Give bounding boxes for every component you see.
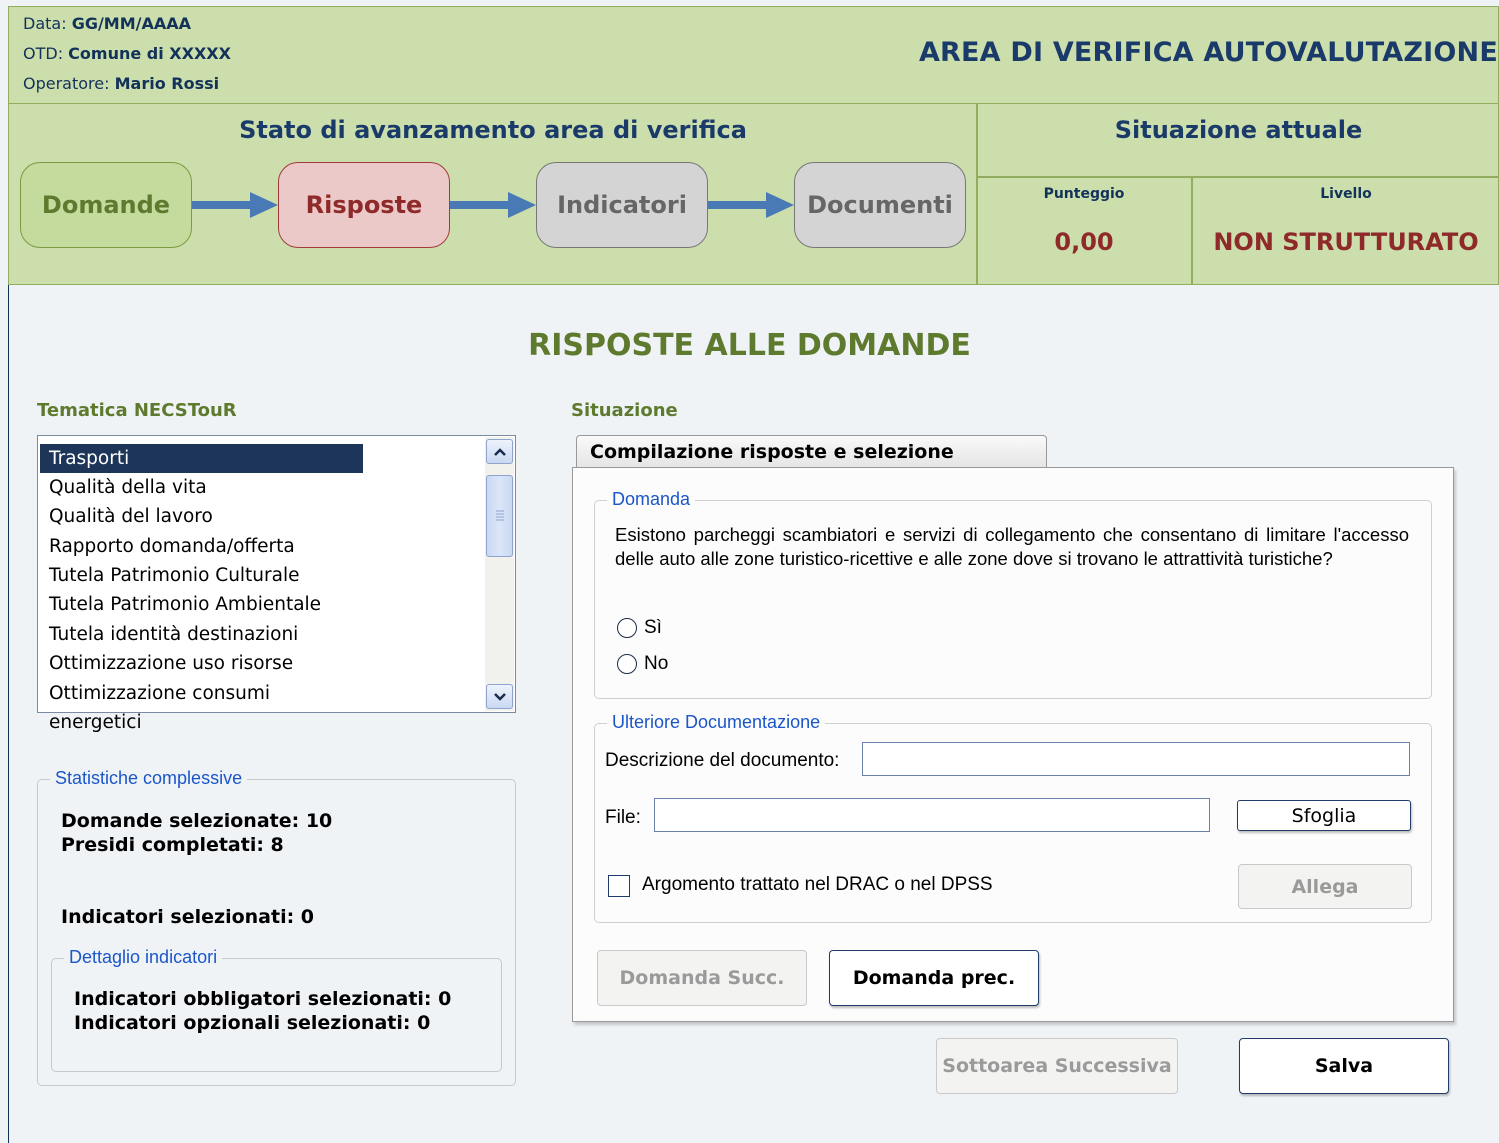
list-item[interactable]: Ottimizzazione uso risorse xyxy=(40,649,363,678)
operator-row: Operatore: Mario Rossi xyxy=(23,74,219,93)
score-value: 0,00 xyxy=(1054,228,1114,256)
documentation-fieldset: Ulteriore Documentazione Descrizione del… xyxy=(594,712,1432,923)
situation-title: Situazione attuale xyxy=(1114,116,1363,144)
drac-checkbox[interactable] xyxy=(608,875,630,897)
step-indicatori[interactable]: Indicatori xyxy=(536,162,708,248)
operator-label: Operatore: xyxy=(23,74,110,93)
arrow-right-icon xyxy=(192,192,278,218)
list-item[interactable]: Tutela Patrimonio Ambientale xyxy=(40,590,363,619)
themes-listbox[interactable]: Trasporti Qualità della vita Qualità del… xyxy=(37,435,516,733)
level-label: Livello xyxy=(1320,186,1372,202)
question-fieldset: Domanda Esistono parcheggi scambiatori e… xyxy=(594,489,1432,699)
radio-yes[interactable]: Sì xyxy=(617,617,662,639)
prev-question-button[interactable]: Domanda prec. xyxy=(829,950,1039,1006)
chevron-up-icon xyxy=(493,447,506,456)
stat-opzionali: Indicatori opzionali selezionati: 0 xyxy=(74,1012,431,1034)
detail-legend: Dettaglio indicatori xyxy=(64,947,223,968)
browse-button[interactable]: Sfoglia xyxy=(1237,800,1411,831)
radio-yes-label: Sì xyxy=(644,617,662,638)
page-title: AREA DI VERIFICA AUTOVALUTAZIONE xyxy=(918,37,1498,68)
list-item[interactable]: Trasporti xyxy=(40,444,363,473)
section-title: RISPOSTE ALLE DOMANDE xyxy=(528,328,971,363)
list-item[interactable]: Tutela identità destinazioni xyxy=(40,620,363,649)
list-item[interactable]: Rapporto domanda/offerta xyxy=(40,532,363,561)
question-text: Esistono parcheggi scambiatori e servizi… xyxy=(615,524,1409,569)
file-input[interactable] xyxy=(654,798,1210,832)
scroll-down-button[interactable] xyxy=(486,684,513,709)
list-item[interactable]: Qualità del lavoro xyxy=(40,502,363,531)
tab-compilazione[interactable]: Compilazione risposte e selezione indica… xyxy=(576,435,1047,496)
stat-domande: Domande selezionate: 10 xyxy=(61,810,333,832)
list-item[interactable]: Qualità della vita xyxy=(40,473,363,502)
description-label: Descrizione del documento: xyxy=(605,750,840,771)
question-legend: Domanda xyxy=(607,489,696,510)
operator-value: Mario Rossi xyxy=(114,74,220,93)
step-domande[interactable]: Domande xyxy=(20,162,192,248)
themes-label: Tematica NECSTouR xyxy=(37,400,237,421)
step-risposte[interactable]: Risposte xyxy=(278,162,450,248)
file-label: File: xyxy=(605,807,641,828)
documentation-legend: Ulteriore Documentazione xyxy=(607,712,826,733)
stat-presidi: Presidi completati: 8 xyxy=(61,834,284,856)
description-input[interactable] xyxy=(862,742,1410,776)
next-subarea-button[interactable]: Sottoarea Successiva xyxy=(936,1038,1178,1094)
list-item[interactable]: Ottimizzazione consumi energetici xyxy=(40,679,363,733)
date-value: GG/MM/AAAA xyxy=(71,14,192,33)
next-question-button[interactable]: Domanda Succ. xyxy=(597,950,807,1006)
date-row: Data: GG/MM/AAAA xyxy=(23,14,191,33)
radio-no-label: No xyxy=(644,653,669,674)
stats-legend: Statistiche complessive xyxy=(50,768,248,789)
scroll-up-button[interactable] xyxy=(486,439,513,464)
score-label: Punteggio xyxy=(1043,186,1125,202)
radio-no[interactable]: No xyxy=(617,653,668,675)
divider xyxy=(8,285,9,1143)
otd-label: OTD: xyxy=(23,44,64,63)
attach-button[interactable]: Allega xyxy=(1238,864,1412,909)
drac-checkbox-label: Argomento trattato nel DRAC o nel DPSS xyxy=(642,874,993,895)
chevron-down-icon xyxy=(493,692,506,701)
step-documenti[interactable]: Documenti xyxy=(794,162,966,248)
radio-button[interactable] xyxy=(617,618,637,638)
otd-value: Comune di XXXXX xyxy=(68,44,231,63)
list-item[interactable]: Tutela Patrimonio Culturale xyxy=(40,561,363,590)
otd-row: OTD: Comune di XXXXX xyxy=(23,44,231,63)
progress-title: Stato di avanzamento area di verifica xyxy=(239,116,747,144)
scrollbar[interactable] xyxy=(485,437,514,711)
save-button[interactable]: Salva xyxy=(1239,1038,1449,1094)
page-header: Data: GG/MM/AAAA OTD: Comune di XXXXX Op… xyxy=(8,6,1499,104)
level-value: NON STRUTTURATO xyxy=(1213,228,1479,256)
situazione-label: Situazione xyxy=(571,400,678,421)
arrow-right-icon xyxy=(708,192,794,218)
stats-fieldset: Statistiche complessive Domande selezion… xyxy=(37,768,516,1086)
stat-obbligatori: Indicatori obbligatori selezionati: 0 xyxy=(74,988,452,1010)
stat-indicatori: Indicatori selezionati: 0 xyxy=(61,906,315,928)
date-label: Data: xyxy=(23,14,67,33)
divider xyxy=(977,176,1499,178)
arrow-right-icon xyxy=(450,192,536,218)
status-band: Stato di avanzamento area di verifica Do… xyxy=(8,104,1499,285)
tab-panel: Domanda Esistono parcheggi scambiatori e… xyxy=(572,467,1454,1022)
scroll-thumb[interactable] xyxy=(486,475,513,557)
detail-fieldset: Dettaglio indicatori Indicatori obbligat… xyxy=(51,947,502,1072)
grip-icon xyxy=(496,510,504,521)
radio-button[interactable] xyxy=(617,654,637,674)
